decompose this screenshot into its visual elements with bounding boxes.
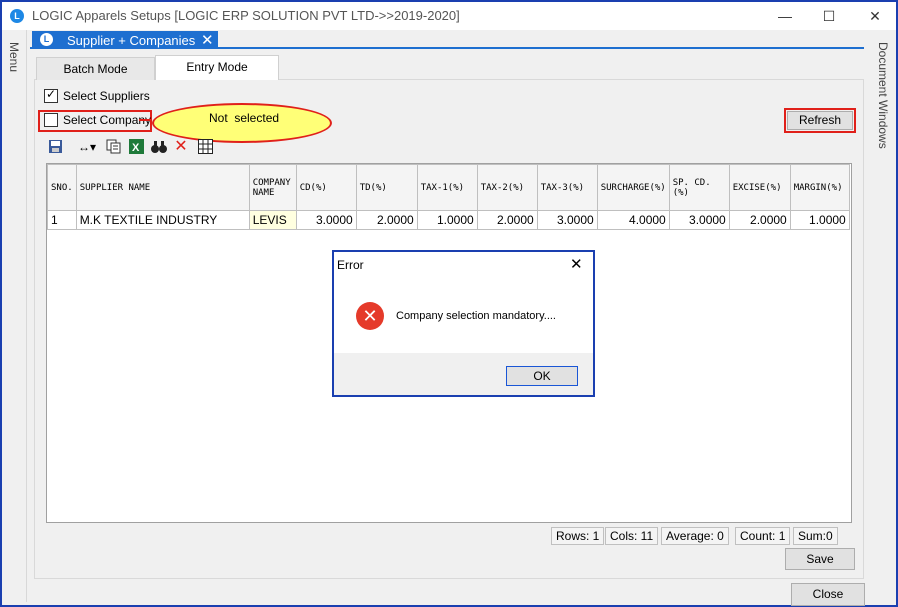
cell-company-name[interactable]: LEVIS — [248, 210, 297, 230]
dialog-close-icon[interactable]: ✕ — [570, 255, 583, 273]
app-logo-icon: L — [10, 9, 24, 23]
document-windows-sidebar[interactable]: Document Windows — [870, 30, 896, 602]
dialog-message: Company selection mandatory.... — [396, 310, 556, 322]
col-header-sno[interactable]: SNO. — [47, 164, 77, 211]
copy-icon[interactable] — [104, 139, 122, 155]
status-cols: Cols: 11 — [605, 527, 659, 545]
col-header-excise[interactable]: EXCISE(%) — [728, 164, 791, 211]
col-header-td[interactable]: TD(%) — [355, 164, 418, 211]
cell-sno[interactable]: 1 — [47, 210, 77, 230]
select-suppliers-label: Select Suppliers — [63, 89, 150, 103]
cell-surcharge[interactable]: 4.0000 — [596, 210, 670, 230]
grid-icon[interactable] — [196, 139, 214, 155]
col-header-surcharge[interactable]: SURCHARGE(%) — [596, 164, 670, 211]
dialog-title: Error — [337, 258, 364, 272]
col-header-tax2[interactable]: TAX-2(%) — [476, 164, 538, 211]
refresh-button[interactable]: Refresh — [787, 111, 853, 130]
cell-cd[interactable]: 3.0000 — [295, 210, 357, 230]
dialog-footer: OK — [334, 353, 593, 395]
not-selected-callout: Not selected — [152, 103, 332, 143]
col-header-margin[interactable]: MARGIN(%) — [789, 164, 850, 211]
doc-tab-supplier-companies[interactable]: L Supplier + Companies ✕ — [32, 31, 218, 49]
delete-icon[interactable]: ✕ — [173, 139, 189, 155]
table-row[interactable]: 1 M.K TEXTILE INDUSTRY LEVIS 3.0000 2.00… — [47, 210, 850, 230]
error-dialog: Error ✕ ✕ Company selection mandatory...… — [332, 250, 595, 397]
menu-sidebar[interactable]: Menu — [2, 30, 27, 602]
svg-text:X: X — [132, 142, 140, 154]
minimize-button[interactable]: — — [770, 6, 800, 26]
callout-connector — [139, 119, 152, 121]
document-windows-label: Document Windows — [876, 42, 890, 149]
tab-entry-mode[interactable]: Entry Mode — [155, 55, 279, 80]
checkmark-icon: ✓ — [46, 87, 57, 101]
grid-header-row: SNO. SUPPLIER NAME COMPANY NAME CD(%) TD… — [47, 164, 850, 211]
close-window-button[interactable]: ✕ — [860, 6, 890, 26]
callout-text: Not selected — [209, 111, 280, 125]
select-company-label: Select Company — [63, 113, 152, 127]
error-icon: ✕ — [356, 302, 384, 330]
ok-button[interactable]: OK — [506, 366, 578, 386]
window-title: LOGIC Apparels Setups [LOGIC ERP SOLUTIO… — [32, 8, 460, 23]
grid-table: SNO. SUPPLIER NAME COMPANY NAME CD(%) TD… — [47, 164, 850, 230]
select-company-checkbox[interactable] — [44, 113, 58, 127]
doc-tab-label: Supplier + Companies — [67, 33, 196, 48]
save-button[interactable]: Save — [785, 548, 855, 570]
save-icon[interactable] — [47, 139, 63, 155]
cell-supplier-name[interactable]: M.K TEXTILE INDUSTRY — [75, 210, 250, 230]
status-rows: Rows: 1 — [551, 527, 605, 545]
excel-icon[interactable]: X — [127, 139, 145, 155]
menu-label: Menu — [7, 42, 21, 73]
cell-tax3[interactable]: 3.0000 — [536, 210, 598, 230]
status-count: Count: 1 — [735, 527, 791, 545]
select-suppliers-checkbox[interactable]: ✓ — [44, 87, 58, 103]
col-header-tax3[interactable]: TAX-3(%) — [536, 164, 598, 211]
doc-tab-logo-icon: L — [40, 33, 53, 46]
close-button[interactable]: Close — [791, 583, 865, 606]
status-average: Average: 0 — [661, 527, 729, 545]
status-sum: Sum:0 — [793, 527, 838, 545]
maximize-button[interactable]: ☐ — [814, 6, 844, 26]
cell-sp-cd[interactable]: 3.0000 — [668, 210, 730, 230]
column-width-icon[interactable]: ↔▾ — [75, 139, 99, 155]
cell-tax2[interactable]: 2.0000 — [476, 210, 538, 230]
col-header-company-name[interactable]: COMPANY NAME — [248, 164, 297, 211]
col-header-tax1[interactable]: TAX-1(%) — [416, 164, 478, 211]
col-header-supplier-name[interactable]: SUPPLIER NAME — [75, 164, 250, 211]
title-bar: L LOGIC Apparels Setups [LOGIC ERP SOLUT… — [2, 2, 896, 30]
cell-margin[interactable]: 1.0000 — [789, 210, 850, 230]
col-header-cd[interactable]: CD(%) — [295, 164, 357, 211]
cell-td[interactable]: 2.0000 — [355, 210, 418, 230]
col-header-sp-cd[interactable]: SP. CD.(%) — [668, 164, 730, 211]
tab-batch-mode[interactable]: Batch Mode — [36, 57, 155, 80]
doc-tab-close-icon[interactable]: ✕ — [201, 31, 214, 49]
cell-tax1[interactable]: 1.0000 — [416, 210, 478, 230]
cell-excise[interactable]: 2.0000 — [728, 210, 791, 230]
find-icon[interactable] — [150, 139, 168, 155]
